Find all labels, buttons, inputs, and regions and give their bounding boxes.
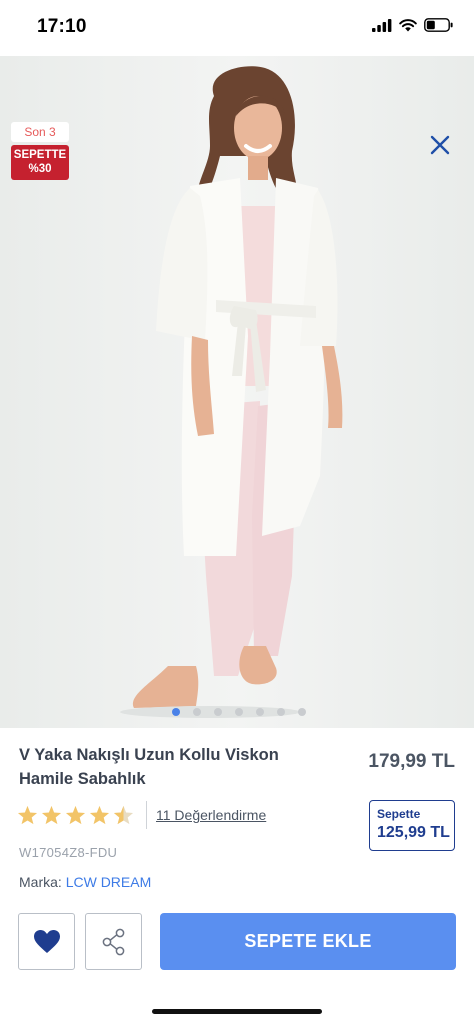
add-to-cart-button[interactable]: SEPETE EKLE [160, 913, 456, 970]
product-title: V Yaka Nakışlı Uzun Kollu Viskon Hamile … [19, 746, 279, 788]
product-price: 179,99 TL [368, 751, 455, 772]
brand-row: Marka: LCW DREAM [19, 874, 151, 890]
pagination-dot[interactable] [276, 708, 285, 716]
promo-badge: SEPETTE %30 [11, 145, 69, 180]
status-time: 17:10 [37, 16, 87, 37]
image-pagination [0, 708, 474, 716]
half-star-icon [113, 805, 134, 825]
rating-divider [146, 801, 147, 829]
pagination-dot[interactable] [171, 708, 180, 716]
wifi-icon [399, 18, 417, 31]
basket-price-label: Sepette [377, 807, 421, 821]
stock-badge: Son 3 [11, 122, 69, 142]
pagination-dot[interactable] [255, 708, 264, 716]
star-rating [17, 805, 134, 825]
status-icons [372, 18, 454, 32]
heart-icon [33, 930, 60, 953]
basket-price-box: Sepette 125,99 TL [369, 800, 455, 851]
brand-label: Marka: [19, 874, 62, 890]
reviews-link[interactable]: 11 Değerlendirme [156, 807, 266, 823]
star-icon [65, 805, 86, 825]
star-icon [89, 805, 110, 825]
pagination-dot[interactable] [234, 708, 243, 716]
pagination-dot[interactable] [297, 708, 306, 716]
product-image-gallery[interactable]: Son 3 SEPETTE %30 [0, 56, 474, 728]
share-icon [102, 928, 124, 955]
brand-link[interactable]: LCW DREAM [66, 874, 152, 890]
star-icon [41, 805, 62, 825]
product-sku: W17054Z8-FDU [19, 845, 118, 860]
battery-icon [424, 18, 453, 32]
home-indicator[interactable] [152, 1009, 322, 1014]
rating-row: 11 Değerlendirme [17, 801, 266, 829]
promo-line-2: %30 [28, 163, 52, 175]
favorite-button[interactable] [18, 913, 75, 970]
cellular-signal-icon [372, 18, 392, 32]
promo-line-1: SEPETTE [13, 149, 67, 161]
pagination-dot[interactable] [213, 708, 222, 716]
close-icon[interactable] [424, 129, 456, 161]
basket-price-value: 125,99 TL [377, 824, 450, 841]
status-bar: 17:10 [0, 0, 474, 56]
pagination-dot[interactable] [192, 708, 201, 716]
product-photo [0, 56, 474, 728]
share-button[interactable] [85, 913, 142, 970]
star-icon [17, 805, 38, 825]
